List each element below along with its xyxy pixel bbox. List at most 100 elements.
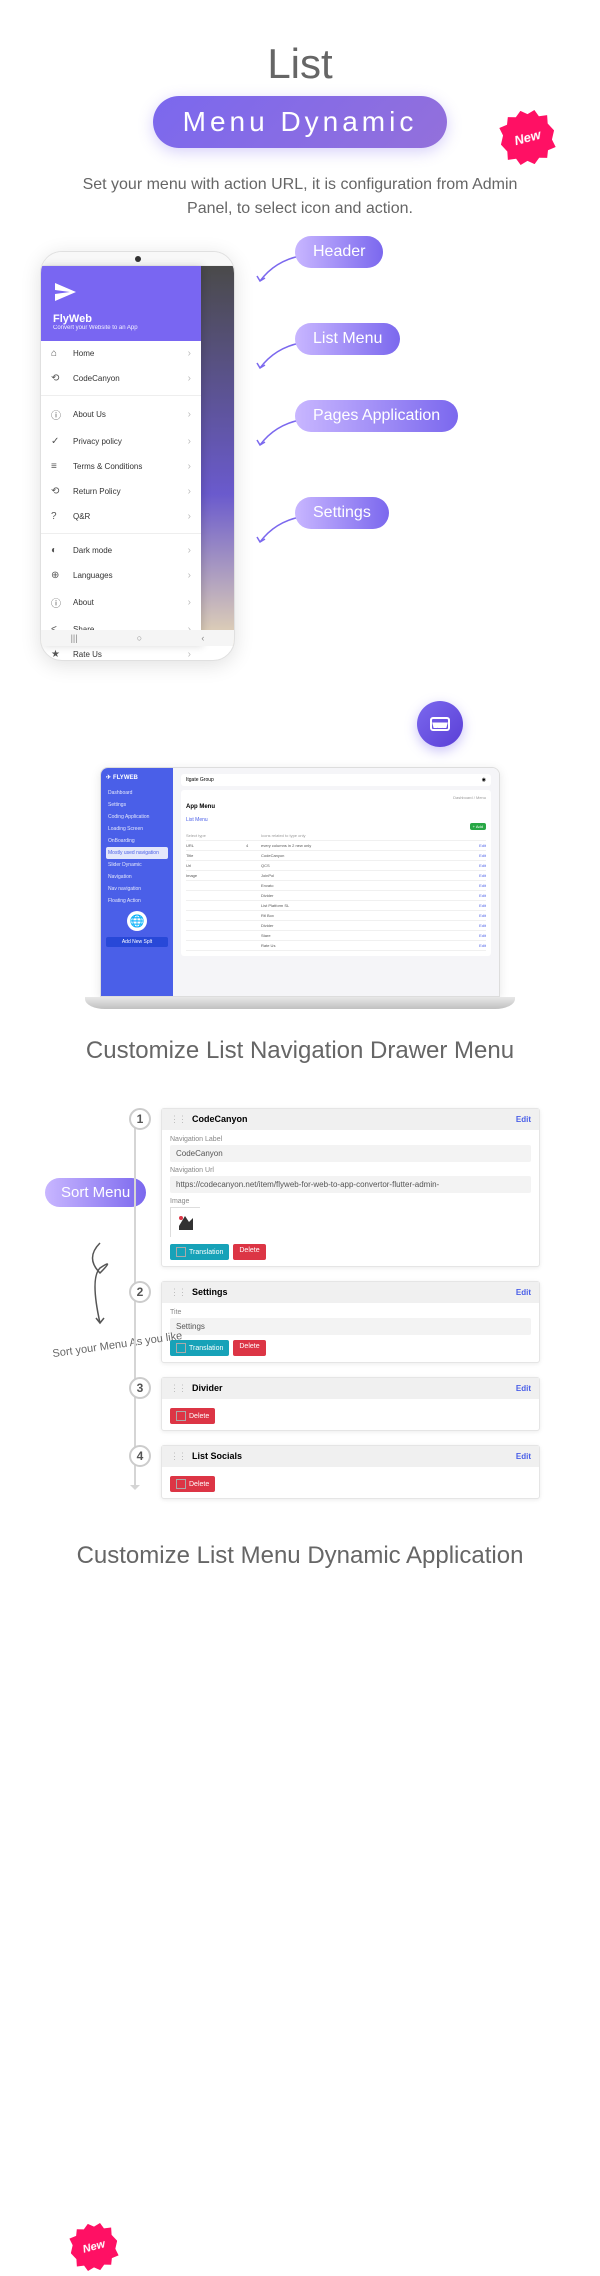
edit-link[interactable]: Edit — [479, 853, 486, 858]
edit-link[interactable]: Edit — [479, 893, 486, 898]
field-value[interactable]: Settings — [170, 1318, 531, 1335]
edit-link[interactable]: Edit — [479, 873, 486, 878]
section-title: List Menu — [186, 817, 486, 823]
menu-item[interactable]: ⟲Return Policy — [41, 479, 201, 504]
menu-item[interactable]: ?Q&R — [41, 504, 201, 529]
card-title: Settings — [192, 1287, 516, 1297]
section-title-2: Customize List Menu Dynamic Application — [30, 1539, 570, 1573]
phone-nav-bar: |||○‹ — [41, 630, 234, 646]
add-split-button[interactable]: Add New Splt — [106, 937, 168, 947]
table-row: List Platform SLEdit — [186, 901, 486, 911]
table-row: ImageJoinPolEdit — [186, 871, 486, 881]
edit-link[interactable]: Edit — [479, 923, 486, 928]
delete-button[interactable]: Delete — [170, 1408, 215, 1424]
laptop-mockup: ✈FLYWEB DashboardSettingsCoding Applicat… — [100, 767, 500, 1009]
menu-icon: ★ — [51, 649, 63, 660]
menu-item[interactable]: ◐Dark mode — [41, 538, 201, 563]
menu-item[interactable]: ⓘAbout Us — [41, 400, 201, 429]
step-number: 1 — [129, 1108, 151, 1130]
label-settings: Settings — [295, 497, 389, 529]
table-row: URL4every columns in 2 new onlyEdit — [186, 841, 486, 851]
table-row: Rate UsEdit — [186, 941, 486, 951]
table-row: Rtl BoxEdit — [186, 911, 486, 921]
edit-button[interactable]: Edit — [516, 1288, 531, 1297]
menu-label: Home — [73, 349, 188, 358]
edit-link[interactable]: Edit — [479, 943, 486, 948]
table-row: DividerEdit — [186, 891, 486, 901]
menu-icon: ✓ — [51, 436, 63, 447]
phone-preview-section: FlyWeb Convert your Website to an App ⌂ H… — [30, 251, 570, 661]
edit-button[interactable]: Edit — [516, 1115, 531, 1124]
card-title: List Socials — [192, 1451, 516, 1461]
menu-icon: ⓘ — [51, 595, 63, 610]
page-title: App Menu — [186, 804, 215, 810]
breadcrumb: Dashboard / Menu — [453, 795, 486, 800]
label-list-menu: List Menu — [295, 323, 400, 355]
description: Set your menu with action URL, it is con… — [70, 173, 530, 221]
drag-handle-icon[interactable]: ⋮⋮ — [170, 1287, 186, 1298]
sidebar-nav-item[interactable]: Settings — [106, 799, 168, 811]
sidebar-nav-item[interactable]: Mostly used navigation — [106, 847, 168, 859]
field-label: Navigation Url — [170, 1167, 531, 1174]
sidebar-nav-item[interactable]: Coding Application — [106, 811, 168, 823]
edit-link[interactable]: Edit — [479, 903, 486, 908]
new-badge: New — [65, 2217, 124, 2276]
menu-icon: ◐ — [51, 545, 63, 556]
menu-label: Q&R — [73, 512, 188, 521]
table-row: TitleCodeCanyonEdit — [186, 851, 486, 861]
step-number: 3 — [129, 1377, 151, 1399]
menu-item[interactable]: ⟲CodeCanyon — [41, 366, 201, 391]
sidebar-nav-item[interactable]: OnBoarding — [106, 835, 168, 847]
drag-handle-icon[interactable]: ⋮⋮ — [170, 1114, 186, 1125]
plane-icon — [53, 280, 77, 304]
edit-link[interactable]: Edit — [479, 933, 486, 938]
sidebar-nav-item[interactable]: Navigation — [106, 871, 168, 883]
title-pill: Menu Dynamic — [153, 96, 448, 148]
menu-icon: ⊕ — [51, 570, 63, 581]
table-row: DividerEdit — [186, 921, 486, 931]
edit-link[interactable]: Edit — [479, 913, 486, 918]
sidebar-nav-item[interactable]: Floating Action — [106, 895, 168, 907]
sidebar-nav-item[interactable]: Slider Dynamic — [106, 859, 168, 871]
field-value[interactable]: https://codecanyon.net/item/flyweb-for-w… — [170, 1176, 531, 1193]
sidebar-nav-item[interactable]: Loading Screen — [106, 823, 168, 835]
menu-card: ⋮⋮SettingsEditTiteSettingsTranslationDel… — [161, 1281, 540, 1363]
sidebar-nav-item[interactable]: Nav navigation — [106, 883, 168, 895]
delete-button[interactable]: Delete — [233, 1340, 265, 1356]
menu-item[interactable]: ⊕ Languages — [41, 563, 201, 588]
drag-handle-icon[interactable]: ⋮⋮ — [170, 1383, 186, 1394]
menu-label: Rate Us — [73, 650, 188, 659]
edit-link[interactable]: Edit — [479, 843, 486, 848]
menu-item[interactable]: ✓Privacy policy — [41, 429, 201, 454]
menu-icon: ≡ — [51, 461, 63, 472]
edit-button[interactable]: Edit — [516, 1384, 531, 1393]
menu-icon: ⟲ — [51, 373, 63, 384]
menu-card: ⋮⋮DividerEditDelete — [161, 1377, 540, 1431]
add-button[interactable]: + Add — [470, 823, 486, 830]
menu-card: ⋮⋮CodeCanyonEditNavigation LabelCodeCany… — [161, 1108, 540, 1267]
menu-item[interactable]: ⌂ Home — [41, 341, 201, 366]
drawer-header: FlyWeb Convert your Website to an App — [41, 266, 201, 341]
edit-link[interactable]: Edit — [479, 863, 486, 868]
menu-label: Languages — [73, 571, 188, 580]
edit-button[interactable]: Edit — [516, 1452, 531, 1461]
menu-item[interactable]: ≡Terms & Conditions — [41, 454, 201, 479]
translation-button[interactable]: Translation — [170, 1244, 229, 1260]
label-pages-app: Pages Application — [295, 400, 458, 432]
customize-section: New Sort Menu Sort your Menu As you like… — [30, 1108, 570, 1499]
drag-handle-icon[interactable]: ⋮⋮ — [170, 1451, 186, 1462]
delete-button[interactable]: Delete — [170, 1476, 215, 1492]
label-header: Header — [295, 236, 383, 268]
edit-link[interactable]: Edit — [479, 883, 486, 888]
new-badge: New — [494, 104, 561, 171]
field-label: Tite — [170, 1309, 531, 1316]
menu-icon: ⌂ — [51, 348, 63, 359]
field-value[interactable]: CodeCanyon — [170, 1145, 531, 1162]
section-title-1: Customize List Navigation Drawer Menu — [30, 1034, 570, 1068]
admin-header: Itgate Group◉ — [181, 774, 491, 786]
menu-item[interactable]: ⓘAbout — [41, 588, 201, 617]
table-row: StareEdit — [186, 931, 486, 941]
sort-menu-pill: Sort Menu — [45, 1178, 146, 1207]
delete-button[interactable]: Delete — [233, 1244, 265, 1260]
sidebar-nav-item[interactable]: Dashboard — [106, 787, 168, 799]
